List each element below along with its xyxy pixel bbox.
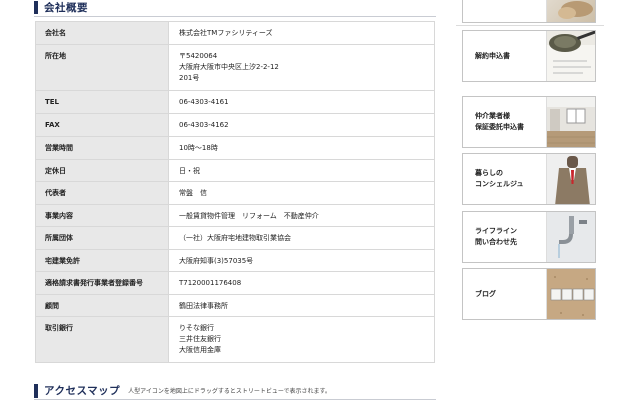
table-row: 営業時間 10時〜18時 [35, 136, 435, 160]
sidebar-banner-lifeline[interactable]: ライフライン 問い合わせ先 [462, 211, 596, 263]
table-row: 定休日 日・祝 [35, 159, 435, 182]
sidebar-separator [456, 25, 604, 26]
row-label: 会社名 [35, 21, 169, 45]
heading-divider [34, 16, 436, 17]
contract-pen-icon [546, 31, 595, 81]
row-value: 一般賃貸物件管理 リフォーム 不動産仲介 [168, 204, 435, 227]
banner-label: 解約申込書 [475, 51, 510, 60]
row-value: 06-4303-4161 [168, 90, 435, 114]
row-label: 所属団体 [35, 226, 169, 250]
concierge-icon [546, 154, 595, 204]
company-section-heading: 会社概要 [34, 0, 88, 15]
row-value: 日・祝 [168, 159, 435, 182]
heading-accent-bar [34, 383, 38, 398]
sidebar-banner-cancellation[interactable]: 解約申込書 [462, 30, 596, 82]
row-value: りそな銀行 三井住友銀行 大阪信用金庫 [168, 316, 435, 363]
row-label: 宅建業免許 [35, 249, 169, 272]
table-row: 顧問 鶴田法律事務所 [35, 294, 435, 317]
access-section-title: アクセスマップ [44, 385, 121, 397]
table-row: 代表者 常盤 信 [35, 181, 435, 205]
access-section-heading: アクセスマップ 人型アイコンを地図上にドラッグするとストリートビューで表示されま… [34, 383, 331, 398]
table-row: 事業内容 一般賃貸物件管理 リフォーム 不動産仲介 [35, 204, 435, 227]
row-label: 定休日 [35, 159, 169, 182]
row-label: 適格請求書発行事業者登録番号 [35, 271, 169, 295]
banner-label: 仲介業者様 [475, 112, 510, 120]
row-value: 常盤 信 [168, 181, 435, 205]
row-value: 10時〜18時 [168, 136, 435, 160]
table-row: 会社名 株式会社TMファシリティーズ [35, 21, 435, 45]
hand-photo-icon [546, 0, 595, 22]
row-label: FAX [35, 113, 169, 137]
row-label: 営業時間 [35, 136, 169, 160]
row-value: 大阪府知事(3)57035号 [168, 249, 435, 272]
banner-label: ライフライン [475, 227, 517, 235]
table-row: FAX 06-4303-4162 [35, 113, 435, 137]
table-row: TEL 06-4303-4161 [35, 90, 435, 114]
row-label: 所在地 [35, 44, 169, 91]
row-value: 株式会社TMファシリティーズ [168, 21, 435, 45]
row-label: 顧問 [35, 294, 169, 317]
sidebar-banner-top-partial[interactable] [462, 0, 596, 23]
banner-label: コンシェルジュ [475, 180, 524, 188]
row-value: （一社）大阪府宅地建物取引業協会 [168, 226, 435, 250]
access-note: 人型アイコンを地図上にドラッグするとストリートビューで表示されます。 [128, 388, 331, 395]
blog-blocks-icon [546, 269, 595, 319]
row-value: 〒5420064 大阪府大阪市中央区上汐2-2-12 201号 [168, 44, 435, 91]
table-row: 適格請求書発行事業者登録番号 T7120001176408 [35, 271, 435, 295]
sidebar-banner-blog[interactable]: ブログ [462, 268, 596, 320]
row-value: 06-4303-4162 [168, 113, 435, 137]
company-section-title: 会社概要 [44, 2, 88, 14]
sidebar-banner-concierge[interactable]: 暮らしの コンシェルジュ [462, 153, 596, 205]
banner-label: 保証委託申込書 [475, 123, 524, 131]
row-label: TEL [35, 90, 169, 114]
table-row: 所属団体 （一社）大阪府宅地建物取引業協会 [35, 226, 435, 250]
row-label: 取引銀行 [35, 316, 169, 363]
row-label: 代表者 [35, 181, 169, 205]
table-row: 取引銀行 りそな銀行 三井住友銀行 大阪信用金庫 [35, 316, 435, 363]
banner-label: 問い合わせ先 [475, 238, 517, 246]
banner-label: 暮らしの [475, 169, 503, 177]
company-info-table: 会社名 株式会社TMファシリティーズ 所在地 〒5420064 大阪府大阪市中央… [35, 21, 435, 363]
banner-label: ブログ [475, 289, 496, 298]
faucet-icon [546, 212, 595, 262]
row-value: T7120001176408 [168, 271, 435, 295]
table-row: 宅建業免許 大阪府知事(3)57035号 [35, 249, 435, 272]
sidebar-banner-guarantee-application[interactable]: 仲介業者様 保証委託申込書 [462, 96, 596, 148]
heading-accent-bar [34, 1, 38, 14]
row-label: 事業内容 [35, 204, 169, 227]
table-row: 所在地 〒5420064 大阪府大阪市中央区上汐2-2-12 201号 [35, 44, 435, 91]
row-value: 鶴田法律事務所 [168, 294, 435, 317]
room-interior-icon [546, 97, 595, 147]
